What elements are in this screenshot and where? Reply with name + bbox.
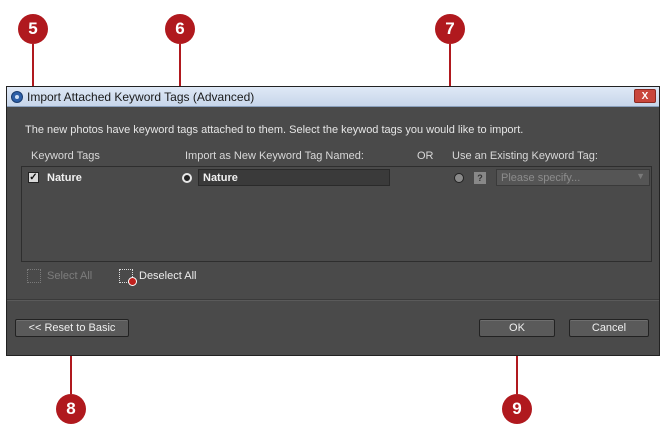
callout-5: 5 [18,14,48,44]
select-all-button[interactable]: Select All [27,269,92,283]
column-header-keyword-tags: Keyword Tags [31,150,100,162]
deselect-all-button[interactable]: Deselect All [119,269,197,286]
close-button[interactable]: X [634,89,656,103]
title-bar: Import Attached Keyword Tags (Advanced) … [7,87,659,107]
callout-9: 9 [502,394,532,424]
column-header-use-existing: Use an Existing Keyword Tag: [452,150,598,162]
dialog-title: Import Attached Keyword Tags (Advanced) [27,89,255,104]
table-row: ✓ Nature Nature ? Please specify... ▼ [22,167,651,189]
app-icon [11,90,23,103]
import-keyword-tags-dialog: Import Attached Keyword Tags (Advanced) … [6,86,660,356]
keyword-tags-table: ✓ Nature Nature ? Please specify... ▼ [21,166,652,262]
use-existing-radio[interactable] [454,173,464,183]
ok-button[interactable]: OK [479,319,555,337]
callout-7: 7 [435,14,465,44]
divider [7,299,659,301]
callout-8: 8 [56,394,86,424]
keyword-checkbox[interactable]: ✓ [28,172,39,183]
column-header-or: OR [417,150,434,162]
existing-tag-placeholder: Please specify... [501,172,581,184]
deselect-all-icon [119,269,137,286]
reset-to-basic-button[interactable]: << Reset to Basic [15,319,129,337]
help-icon[interactable]: ? [474,172,486,184]
dialog-description: The new photos have keyword tags attache… [25,124,524,136]
select-all-label: Select All [47,270,93,282]
column-header-import-new: Import as New Keyword Tag Named: [185,150,364,162]
import-new-radio[interactable] [182,173,192,183]
existing-tag-select[interactable]: Please specify... ▼ [496,169,650,186]
select-all-icon [27,269,41,283]
new-tag-name-input[interactable]: Nature [198,169,390,186]
deselect-all-label: Deselect All [139,270,197,282]
cancel-button[interactable]: Cancel [569,319,649,337]
callout-6: 6 [165,14,195,44]
chevron-down-icon: ▼ [636,171,645,181]
keyword-label: Nature [47,172,82,184]
